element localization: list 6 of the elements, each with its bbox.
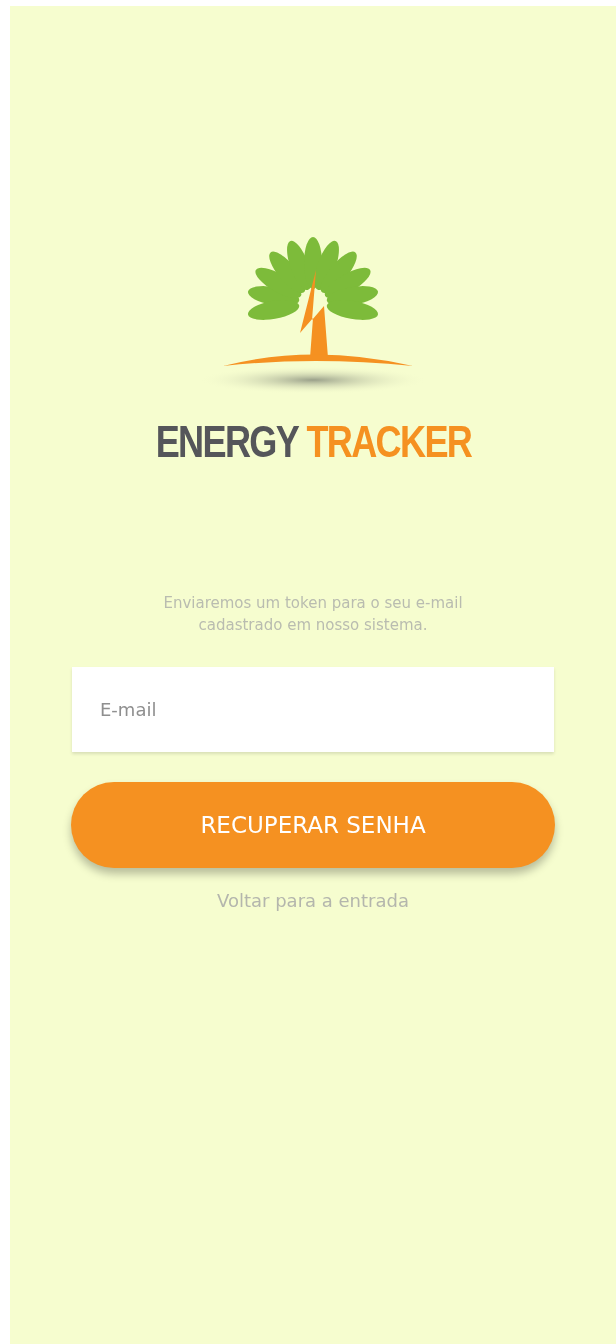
- back-to-login-link[interactable]: Voltar para a entrada: [217, 890, 409, 911]
- email-input-field[interactable]: E-mail: [72, 667, 554, 752]
- logo-text: TRACKER: [305, 420, 471, 464]
- recover-password-button[interactable]: RECUPERAR SENHA: [71, 782, 555, 868]
- logo-text: ENERGY: [155, 420, 298, 464]
- instruction-text: Enviaremos um token para o seu e-mail cadastrado em nosso sistema.: [162, 593, 464, 636]
